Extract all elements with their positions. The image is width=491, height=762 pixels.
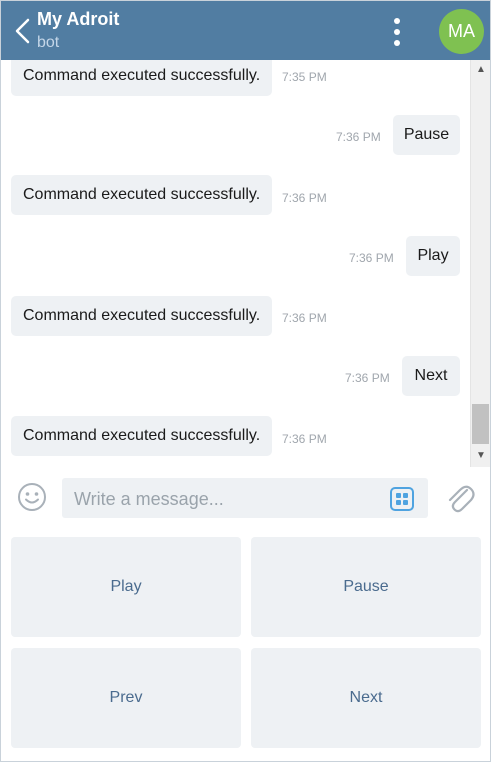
message-bubble-incoming: Command executed successfully.: [11, 296, 273, 336]
smiley-icon[interactable]: [17, 482, 47, 512]
message-list: Command executed successfully. 7:35 PM 7…: [1, 60, 470, 467]
message-time: 7:36 PM: [282, 191, 327, 205]
message-input[interactable]: [72, 484, 376, 514]
message-time: 7:36 PM: [349, 251, 394, 265]
keyboard-grid-icon[interactable]: [389, 486, 415, 512]
bot-button-prev[interactable]: Prev: [11, 648, 241, 748]
scroll-down-arrow-icon[interactable]: ▼: [471, 448, 490, 464]
chat-title[interactable]: My Adroit: [37, 9, 119, 30]
message-time: 7:35 PM: [282, 70, 327, 84]
scroll-up-arrow-icon[interactable]: ▲: [471, 62, 490, 78]
paperclip-icon[interactable]: [445, 481, 475, 515]
message-composer: [1, 467, 490, 529]
bot-button-next[interactable]: Next: [251, 648, 481, 748]
chevron-left-icon[interactable]: [13, 18, 33, 44]
avatar[interactable]: MA: [439, 9, 484, 54]
bot-keyboard: Play Pause Prev Next: [1, 529, 490, 761]
message-time: 7:36 PM: [282, 432, 327, 446]
message-time: 7:36 PM: [345, 371, 390, 385]
message-time: 7:36 PM: [336, 130, 381, 144]
bot-button-pause[interactable]: Pause: [251, 537, 481, 637]
message-time: 7:36 PM: [282, 311, 327, 325]
chat-subtitle: bot: [37, 34, 60, 51]
message-bubble-incoming: Command executed successfully.: [11, 175, 273, 215]
message-bubble-outgoing: Next: [402, 356, 460, 396]
message-bubble-incoming: Command executed successfully.: [11, 416, 273, 456]
more-vertical-icon[interactable]: [391, 15, 403, 49]
bot-button-play[interactable]: Play: [11, 537, 241, 637]
message-bubble-incoming: Command executed successfully.: [11, 60, 273, 96]
message-list-scrollbar[interactable]: ▲ ▼: [470, 60, 490, 467]
message-input-box[interactable]: [62, 478, 428, 518]
message-bubble-outgoing: Pause: [393, 115, 460, 155]
message-bubble-outgoing: Play: [406, 236, 460, 276]
telegram-window: My Adroit bot MA Command executed succes…: [0, 0, 491, 762]
chat-header: My Adroit bot MA: [1, 1, 490, 60]
scrollbar-thumb[interactable]: [472, 404, 489, 444]
